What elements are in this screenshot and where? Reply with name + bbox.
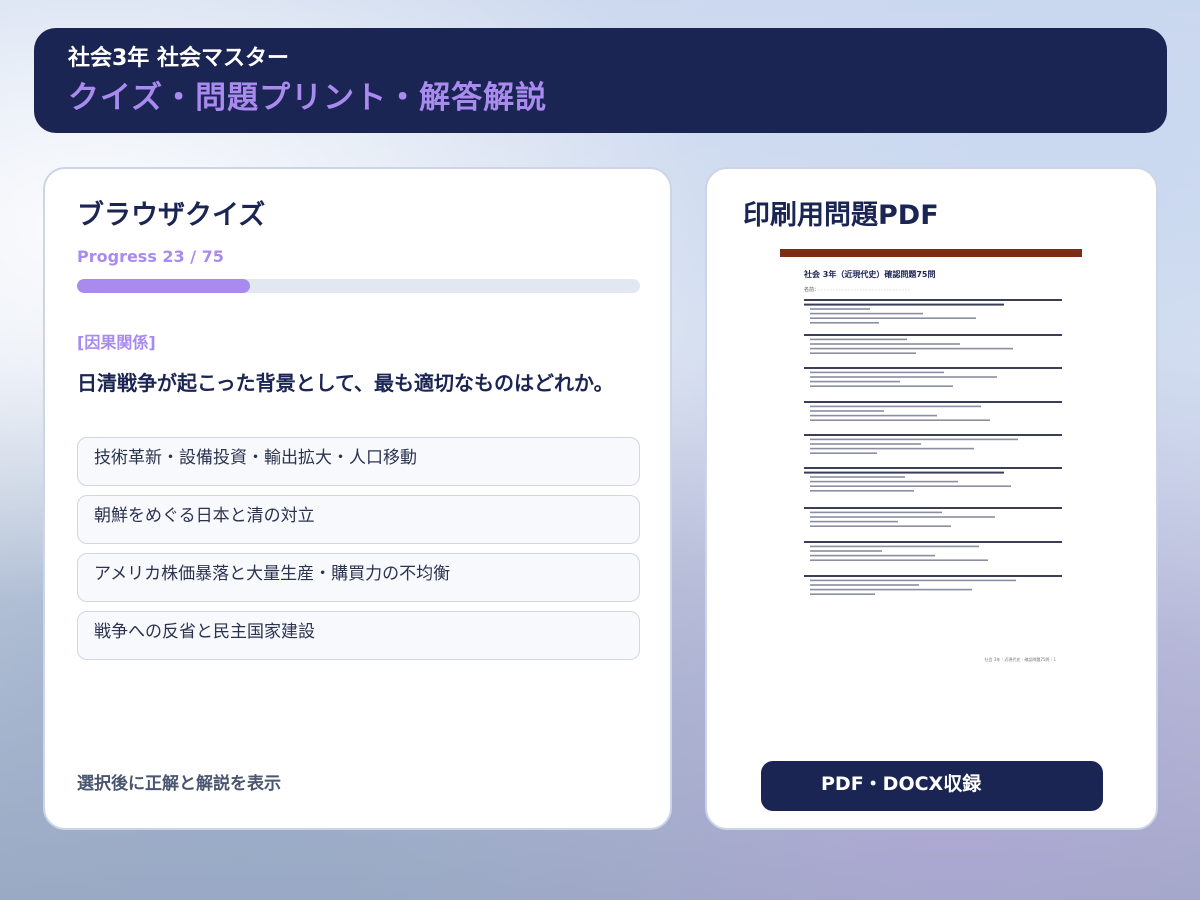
answer-option-2[interactable]: 朝鮮をめぐる日本と清の対立 [77, 495, 640, 544]
pdf-page-preview: 社会 3年（近現代史）確認問題75問 名前： 社会 3年｜近現代史｜確認問題75… [780, 249, 1082, 662]
pdf-choice-line [810, 438, 1018, 441]
pdf-question-heading-line [804, 471, 1004, 474]
pdf-card-title: 印刷用問題PDF [743, 200, 939, 231]
pdf-choice-line [810, 476, 905, 478]
pdf-choice-line [810, 376, 997, 378]
header-title: クイズ・問題プリント・解答解説 [68, 80, 548, 116]
pdf-doc-title: 社会 3年（近現代史）確認問題75問 [803, 269, 935, 279]
question-category: [因果関係] [77, 333, 156, 352]
pdf-choice-line [810, 559, 988, 561]
pdf-choice-line [810, 308, 870, 310]
pdf-choice-line [810, 452, 877, 454]
pdf-question-heading-line [804, 334, 1062, 336]
pdf-choice-line [810, 520, 898, 523]
pdf-question-heading-line [804, 575, 1062, 577]
pdf-question-heading-line [804, 467, 1062, 469]
pdf-choice-line [810, 414, 937, 417]
pdf-choice-line [810, 317, 976, 319]
pdf-choice-line [810, 490, 914, 492]
question-text: 日清戦争が起こった背景として、最も適切なものはどれか。 [77, 371, 614, 395]
pdf-choice-line [810, 554, 935, 557]
progress-bar [77, 279, 640, 293]
pdf-choice-line [810, 525, 951, 527]
header-subtitle: 社会3年 社会マスター [68, 46, 289, 71]
print-pdf-card: 印刷用問題PDF 社会 3年（近現代史）確認問題75問 名前： 社会 3年｜近現… [705, 167, 1158, 830]
pdf-page-footer: 社会 3年｜近現代史｜確認問題75問｜1 [985, 656, 1057, 662]
app-header: 社会3年 社会マスター クイズ・問題プリント・解答解説 [34, 28, 1167, 133]
pdf-choice-line [810, 322, 879, 324]
pdf-choice-line [810, 480, 958, 483]
pdf-question-heading-line [804, 303, 1004, 306]
pdf-choice-line [810, 584, 919, 586]
pdf-question-lines [804, 299, 1062, 595]
answer-option-1[interactable]: 技術革新・設備投資・輸出拡大・人口移動 [77, 437, 640, 486]
pdf-choice-line [810, 443, 921, 445]
pdf-choice-line [810, 593, 875, 595]
pdf-question-heading-line [804, 507, 1062, 509]
pdf-question-heading-line [804, 541, 1062, 543]
pdf-choice-line [810, 579, 1016, 582]
pdf-choice-line [810, 419, 990, 421]
pdf-choice-line [810, 405, 981, 408]
pdf-choice-line [810, 516, 995, 518]
pdf-question-heading-line [804, 367, 1062, 369]
pdf-choice-line [810, 385, 953, 387]
quiz-card-title: ブラウザクイズ [77, 200, 266, 231]
pdf-preview-thumbnail: 社会 3年（近現代史）確認問題75問 名前： 社会 3年｜近現代史｜確認問題75… [780, 249, 1082, 669]
pdf-choice-line [810, 371, 944, 374]
pdf-choice-line [810, 347, 1013, 350]
pdf-question-heading-line [804, 299, 1062, 301]
pdf-docx-button[interactable]: PDF・DOCX収録 [761, 761, 1103, 811]
pdf-choice-line [810, 447, 974, 450]
answer-option-4[interactable]: 戦争への反省と民主国家建設 [77, 611, 640, 660]
browser-quiz-card: ブラウザクイズ Progress 23 / 75 [因果関係] 日清戦争が起こっ… [43, 167, 672, 830]
answer-option-3[interactable]: アメリカ株価暴落と大量生産・購買力の不均衡 [77, 553, 640, 602]
pdf-question-heading-line [804, 434, 1062, 436]
pdf-choice-line [810, 588, 972, 591]
pdf-choice-line [810, 485, 1011, 487]
pdf-choice-line [810, 410, 884, 412]
pdf-choice-line [810, 511, 942, 514]
pdf-choice-line [810, 312, 923, 315]
pdf-choice-line [810, 380, 900, 383]
pdf-choice-line [810, 352, 916, 354]
pdf-choice-line [810, 343, 960, 345]
progress-bar-fill [77, 279, 250, 293]
pdf-choice-line [810, 545, 979, 548]
pdf-name-line: 名前： [804, 286, 819, 293]
pdf-choice-line [810, 550, 882, 552]
progress-label: Progress 23 / 75 [77, 247, 224, 266]
pdf-header-rule [780, 249, 1082, 257]
quiz-footer-note: 選択後に正解と解説を表示 [77, 774, 281, 794]
pdf-question-heading-line [804, 401, 1062, 403]
pdf-choice-line [810, 338, 907, 341]
